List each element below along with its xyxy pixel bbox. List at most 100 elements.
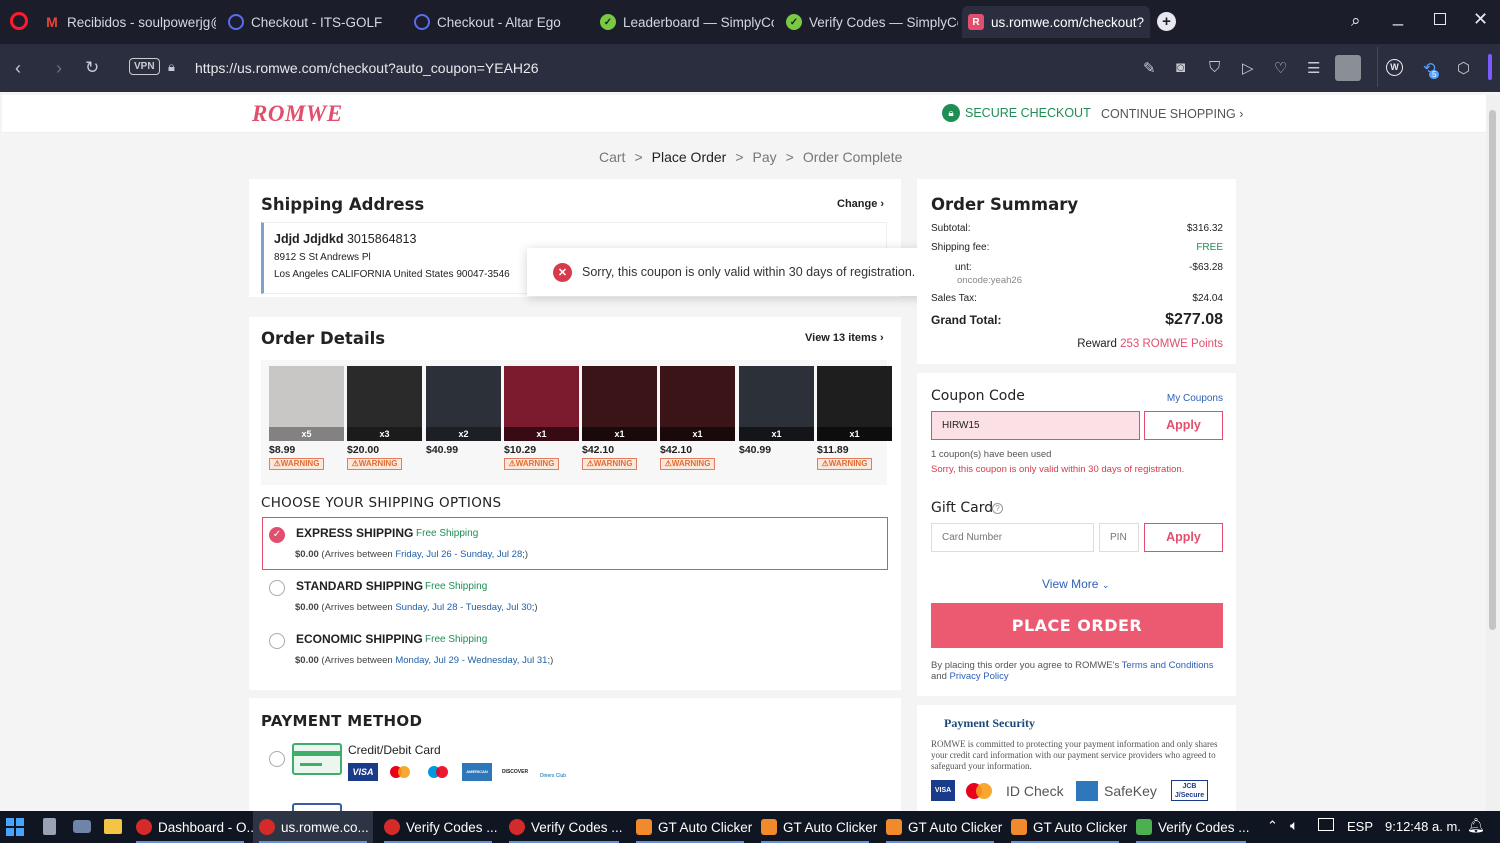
view-items-link[interactable]: View 13 items › <box>805 332 884 344</box>
product-qty: x1 <box>817 427 892 441</box>
lock-icon[interactable]: 🔒︎ <box>168 59 175 75</box>
tab-romwe-checkout[interactable]: R us.romwe.com/checkout? <box>962 6 1150 38</box>
simplycodes-icon: ✓ <box>786 14 802 30</box>
notifications-icon[interactable]: 🔔︎ <box>1467 817 1485 834</box>
profile-avatar[interactable] <box>1335 55 1361 81</box>
taskbar-item[interactable]: Verify Codes ... <box>1130 811 1252 843</box>
tab-verify-codes[interactable]: ✓ Verify Codes — SimplyCo <box>780 6 958 38</box>
card-payment-radio[interactable] <box>269 751 285 767</box>
chevron-down-icon: ⌄ <box>1101 580 1110 590</box>
shipping-radio[interactable] <box>269 633 285 649</box>
my-coupons-link[interactable]: My Coupons <box>1167 393 1223 404</box>
restore-icon[interactable] <box>1434 13 1446 25</box>
close-icon[interactable]: ✕ <box>1473 9 1488 30</box>
tab-gmail[interactable]: M Recibidos - soulpowerjg@ <box>38 6 216 38</box>
product-image[interactable]: x1 <box>739 366 814 441</box>
reward-points: Reward 253 ROMWE Points <box>1077 338 1223 350</box>
network-icon[interactable] <box>1318 818 1334 831</box>
view-more-link[interactable]: View More ⌄ <box>1042 577 1109 591</box>
wallet-icon[interactable]: W <box>1386 59 1403 76</box>
product-image[interactable]: x2 <box>426 366 501 441</box>
express-shipping-option[interactable] <box>262 517 888 570</box>
product-image[interactable]: x5 <box>269 366 344 441</box>
tab-altar-ego[interactable]: Checkout - Altar Ego <box>408 6 588 38</box>
language-indicator[interactable]: ESP <box>1347 819 1373 834</box>
product-image[interactable]: x1 <box>504 366 579 441</box>
id-check-badge: ID Check <box>1006 783 1064 799</box>
check-icon: ✓ <box>272 529 282 540</box>
forward-icon[interactable]: › <box>56 58 62 79</box>
help-icon[interactable]: ? <box>992 503 1003 514</box>
taskbar-item[interactable]: GT Auto Clicker <box>1005 811 1127 843</box>
scrollbar-thumb[interactable] <box>1489 110 1496 630</box>
taskbar-item[interactable]: GT Auto Clicker <box>755 811 877 843</box>
terms-link[interactable]: Terms and Conditions <box>1122 660 1214 671</box>
sidebar-handle[interactable] <box>1488 54 1492 80</box>
breadcrumb-cart[interactable]: Cart <box>599 149 625 165</box>
camera-app-icon[interactable] <box>73 820 91 833</box>
warning-badge[interactable]: ⚠WARNING <box>660 458 715 470</box>
chevron-up-icon[interactable]: ⌃ <box>1267 818 1278 834</box>
product-image[interactable]: x1 <box>817 366 892 441</box>
opera-logo-icon[interactable] <box>10 12 28 30</box>
product-image[interactable]: x1 <box>582 366 657 441</box>
continue-shopping-link[interactable]: CONTINUE SHOPPING › <box>1101 107 1243 121</box>
url-field[interactable]: https://us.romwe.com/checkout?auto_coupo… <box>195 60 539 76</box>
gift-card-apply-button[interactable]: Apply <box>1144 523 1223 552</box>
taskbar-item[interactable]: GT Auto Clicker <box>880 811 1002 843</box>
arrival-prefix: (Arrives between <box>321 549 396 560</box>
taskbar-item[interactable]: Verify Codes ... <box>503 811 625 843</box>
privacy-link[interactable]: Privacy Policy <box>950 671 1009 682</box>
shipping-radio[interactable] <box>269 580 285 596</box>
file-explorer-icon[interactable] <box>104 819 122 834</box>
clock[interactable]: 9:12:48 a. m. <box>1385 819 1461 834</box>
romwe-logo[interactable]: ROMWE <box>252 101 343 127</box>
product-image[interactable]: x1 <box>660 366 735 441</box>
sales-tax-label: Sales Tax: <box>931 293 977 304</box>
coupon-input[interactable] <box>931 411 1140 440</box>
volume-icon[interactable]: 🔈︎ <box>1290 817 1298 834</box>
tab-leaderboard[interactable]: ✓ Leaderboard — SimplyCo <box>594 6 774 38</box>
product-qty: x2 <box>426 427 501 441</box>
arrival-prefix: (Arrives between <box>321 602 396 613</box>
product-image[interactable]: x3 <box>347 366 422 441</box>
warning-badge[interactable]: ⚠WARNING <box>347 458 402 470</box>
taskbar-item[interactable]: Verify Codes ... <box>378 811 498 843</box>
minimize-icon[interactable]: _ <box>1393 6 1403 27</box>
place-order-button[interactable]: PLACE ORDER <box>931 603 1223 648</box>
warning-badge[interactable]: ⚠WARNING <box>504 458 559 470</box>
change-address-link[interactable]: Change › <box>837 198 884 210</box>
product-price: $8.99 <box>269 444 296 456</box>
reload-icon[interactable]: ↻ <box>85 58 99 78</box>
auto-clicker-icon <box>636 819 652 835</box>
warning-badge[interactable]: ⚠WARNING <box>582 458 637 470</box>
shipping-option-name: ECONOMIC SHIPPING <box>296 632 423 646</box>
taskbar-item[interactable]: GT Auto Clicker <box>630 811 752 843</box>
camera-icon[interactable]: ◙ <box>1176 59 1185 76</box>
warning-badge[interactable]: ⚠WARNING <box>269 458 324 470</box>
lock-icon: 🔒︎ <box>942 104 960 122</box>
search-tabs-icon[interactable]: ⌕ <box>1351 11 1361 31</box>
new-tab-icon[interactable]: + <box>1157 12 1176 31</box>
warning-badge[interactable]: ⚠WARNING <box>817 458 872 470</box>
gift-card-pin-input[interactable] <box>1099 523 1139 552</box>
terms-text: By placing this order you agree to ROMWE… <box>931 660 1122 671</box>
send-icon[interactable]: ▷ <box>1242 59 1254 77</box>
product-price: $40.99 <box>426 444 459 456</box>
menu-icon[interactable]: ☰ <box>1307 59 1320 77</box>
heart-icon[interactable]: ♡ <box>1274 59 1287 77</box>
tab-its-golf[interactable]: Checkout - ITS-GOLF <box>222 6 402 38</box>
vpn-badge[interactable]: VPN <box>129 58 160 75</box>
windows-start-icon[interactable] <box>6 818 24 836</box>
cube-icon[interactable]: ⬡ <box>1457 59 1470 77</box>
taskbar-item[interactable]: Dashboard - O... <box>130 811 258 843</box>
shield-icon[interactable]: ⛉ <box>1209 59 1220 76</box>
calculator-icon[interactable] <box>43 818 56 835</box>
back-icon[interactable]: ‹ <box>15 58 21 79</box>
gift-card-number-input[interactable] <box>931 523 1094 552</box>
edit-icon[interactable]: ✎ <box>1143 59 1156 77</box>
shipping-radio[interactable]: ✓ <box>269 527 285 543</box>
coupon-apply-button[interactable]: Apply <box>1144 411 1223 440</box>
taskbar-item[interactable]: us.romwe.co... <box>253 811 373 843</box>
warning-label: WARNING <box>515 459 555 468</box>
